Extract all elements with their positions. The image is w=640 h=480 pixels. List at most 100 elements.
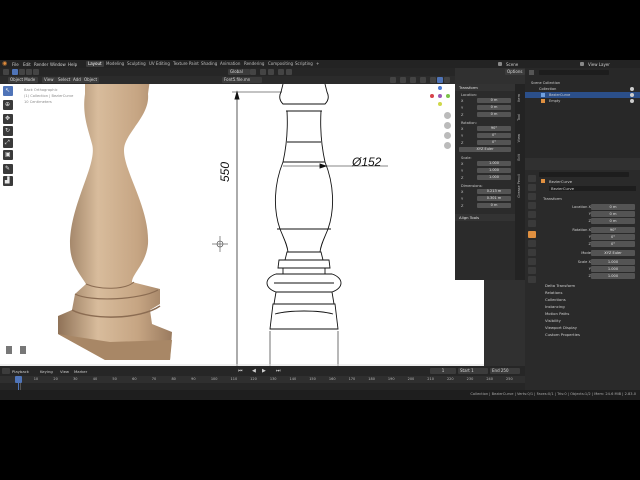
tool-properties-icon[interactable] — [528, 175, 536, 182]
gizmo-x-axis-icon[interactable] — [430, 94, 434, 98]
object-properties-icon[interactable] — [528, 231, 536, 238]
select-mode-subtract-icon[interactable] — [26, 69, 32, 75]
pan-icon[interactable] — [444, 122, 451, 129]
tab-edit[interactable]: Edit — [517, 154, 521, 161]
tab-uv-editing[interactable]: UV Editing — [147, 61, 172, 67]
menu-render[interactable]: Render — [34, 62, 48, 67]
shading-solid-icon[interactable] — [437, 77, 443, 83]
tab-compositing[interactable]: Compositing — [266, 61, 295, 67]
menu-help[interactable]: Help — [68, 62, 77, 67]
timeline-editor-type-icon[interactable] — [2, 368, 10, 374]
menu-object[interactable]: Object — [82, 77, 100, 83]
shading-wireframe-icon[interactable] — [430, 77, 436, 83]
prop-location-z-field[interactable]: 0 m — [591, 218, 635, 224]
menu-file[interactable]: File — [12, 62, 19, 67]
eye-icon[interactable] — [630, 99, 634, 103]
mode-dropdown[interactable]: Object Mode — [8, 77, 38, 83]
subsection-viewport-display[interactable]: Viewport Display — [539, 324, 639, 331]
tab-texture-paint[interactable]: Texture Paint — [171, 61, 201, 67]
3d-viewport[interactable]: 550 Ø152 148 Back Orthographic (1) Colle… — [0, 84, 484, 366]
cursor-tool-button[interactable]: ⊕ — [3, 100, 13, 110]
add-workspace-button[interactable]: + — [314, 61, 321, 67]
material-properties-icon[interactable] — [528, 276, 536, 283]
tab-tool[interactable]: Tool — [517, 114, 521, 121]
menu-marker[interactable]: Marker — [74, 369, 87, 374]
menu-playback[interactable]: Playback — [12, 369, 29, 374]
tab-grease-pencil[interactable]: Grease Pencil — [517, 174, 521, 198]
tab-scripting[interactable]: Scripting — [293, 61, 315, 67]
transform-panel-header[interactable]: Transform — [539, 195, 639, 202]
scale-z-field[interactable]: 1.000 — [477, 175, 511, 180]
scene-properties-icon[interactable] — [528, 211, 536, 218]
prop-mode-dropdown[interactable]: XYZ Euler — [591, 250, 635, 256]
viewport-corner-icon-2[interactable] — [20, 346, 26, 354]
timeline-ruler[interactable]: 1102030405060708090100110120130140150160… — [0, 376, 525, 383]
dimensions-x-field[interactable]: 0.213 m — [477, 189, 511, 194]
output-properties-icon[interactable] — [528, 193, 536, 200]
tab-shading[interactable]: Shading — [199, 61, 219, 67]
view-layer-selector[interactable]: View Layer — [588, 62, 610, 67]
gizmo-toggle-icon[interactable] — [400, 77, 406, 83]
subsection-visibility[interactable]: Visibility — [539, 317, 639, 324]
transform-tool-button[interactable]: ▣ — [3, 150, 13, 160]
select-box-icon[interactable] — [3, 69, 9, 75]
prop-location-x-field[interactable]: 0 m — [591, 204, 635, 210]
overlays-toggle-icon[interactable] — [410, 77, 416, 83]
outliner-filter-icon[interactable] — [529, 70, 534, 75]
transform-section-header[interactable]: Transform — [455, 84, 515, 91]
measure-tool-button[interactable]: ▟ — [3, 176, 13, 186]
tab-animation[interactable]: Animation — [218, 61, 242, 67]
xray-toggle-icon[interactable] — [420, 77, 426, 83]
blender-logo-icon[interactable]: ◉ — [2, 61, 8, 67]
current-frame-field[interactable]: 1 — [430, 368, 456, 374]
prop-scale-z-field[interactable]: 1.000 — [591, 273, 635, 279]
rotation-mode-dropdown[interactable]: XYZ Euler — [459, 147, 511, 152]
play-reverse-button[interactable]: ◀ — [252, 368, 256, 374]
perspective-toggle-icon[interactable] — [444, 142, 451, 149]
tab-view[interactable]: View — [517, 134, 521, 142]
menu-add[interactable]: Add — [71, 77, 83, 83]
snap-target-icon[interactable] — [268, 69, 274, 75]
prop-rotation-x-field[interactable]: 90° — [591, 227, 635, 233]
prop-rotation-y-field[interactable]: 0° — [591, 234, 635, 240]
modifier-properties-icon[interactable] — [528, 240, 536, 247]
3d-cursor[interactable] — [212, 236, 228, 252]
select-tool-button[interactable]: ↖ — [3, 86, 13, 96]
gizmo-z-axis-icon[interactable] — [438, 86, 442, 90]
location-y-field[interactable]: 0 m — [477, 105, 511, 110]
orientation-dropdown[interactable]: Global — [228, 69, 250, 75]
menu-view-timeline[interactable]: View — [60, 369, 69, 374]
select-mode-new-icon[interactable] — [12, 69, 18, 75]
rotation-y-field[interactable]: 0° — [477, 133, 511, 138]
menu-view[interactable]: View — [42, 77, 56, 83]
tab-modeling[interactable]: Modeling — [104, 61, 126, 67]
shading-material-icon[interactable] — [444, 77, 450, 83]
eye-icon[interactable] — [630, 87, 634, 91]
select-mode-extend-icon[interactable] — [19, 69, 25, 75]
subsection-instancing[interactable]: Instancing — [539, 303, 639, 310]
navigation-gizmo[interactable] — [430, 86, 450, 106]
scale-tool-button[interactable]: ⤢ — [3, 138, 13, 148]
snap-icon[interactable] — [260, 69, 266, 75]
zoom-icon[interactable] — [444, 112, 451, 119]
menu-select[interactable]: Select — [56, 77, 73, 83]
subsection-motion-paths[interactable]: Motion Paths — [539, 310, 639, 317]
subsection-delta-transform[interactable]: Delta Transform — [539, 282, 639, 289]
outliner-row-empty[interactable]: Empty — [525, 98, 640, 104]
start-frame-field[interactable]: Start 1 — [458, 368, 488, 374]
pivot-icon[interactable] — [250, 69, 256, 75]
constraints-properties-icon[interactable] — [528, 258, 536, 265]
options-dropdown[interactable]: Options — [505, 69, 525, 75]
scene-selector[interactable]: Scene — [506, 62, 518, 67]
location-z-field[interactable]: 0 m — [477, 112, 511, 117]
prop-rotation-z-field[interactable]: 0° — [591, 241, 635, 247]
gizmo-neg-axis-icon[interactable] — [438, 102, 442, 106]
select-mode-intersect-icon[interactable] — [33, 69, 39, 75]
menu-window[interactable]: Window — [50, 62, 66, 67]
tab-rendering[interactable]: Rendering — [242, 61, 266, 67]
view-layer-properties-icon[interactable] — [528, 202, 536, 209]
tab-item[interactable]: Item — [517, 94, 521, 102]
dimensions-z-field[interactable]: 0 m — [477, 203, 511, 208]
properties-search-field[interactable] — [539, 172, 629, 177]
render-properties-icon[interactable] — [528, 184, 536, 191]
